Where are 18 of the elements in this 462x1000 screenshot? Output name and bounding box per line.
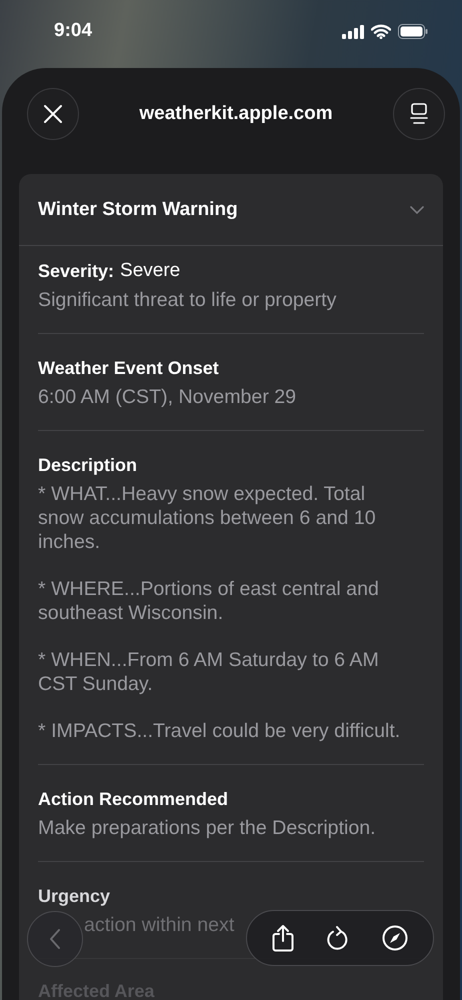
section-heading: Urgency — [38, 885, 110, 908]
section-text: * IMPACTS...Travel could be very difficult. — [38, 719, 402, 743]
section-value: Severe — [120, 259, 180, 283]
section-text: 6:00 AM (CST), November 29 — [38, 385, 298, 409]
page-title: weatherkit.apple.com — [139, 103, 333, 125]
status-time: 9:04 — [54, 20, 92, 42]
section-text: Make preparations per the Description. — [38, 816, 377, 840]
section-text: * WHERE...Portions of east central and southeast Wisconsin. — [38, 577, 380, 625]
section-text: action within next — [83, 913, 236, 937]
section-text: * WHAT...Heavy snow expected. Total snow accumulations between 6 and 10 inches. — [38, 482, 377, 554]
section-heading: Severity: — [38, 260, 114, 283]
section-heading: Action Recommended — [38, 788, 228, 811]
alert-title: Winter Storm Warning — [38, 198, 238, 220]
section-text: Significant threat to life or property — [38, 288, 338, 312]
alert-header[interactable]: Winter Storm Warning — [19, 174, 443, 246]
section-text: * WHEN...From 6 AM Saturday to 6 AM CST Sunday. — [38, 648, 380, 696]
section-heading: Weather Event Onset — [38, 357, 219, 380]
section-heading: Description — [38, 454, 138, 477]
